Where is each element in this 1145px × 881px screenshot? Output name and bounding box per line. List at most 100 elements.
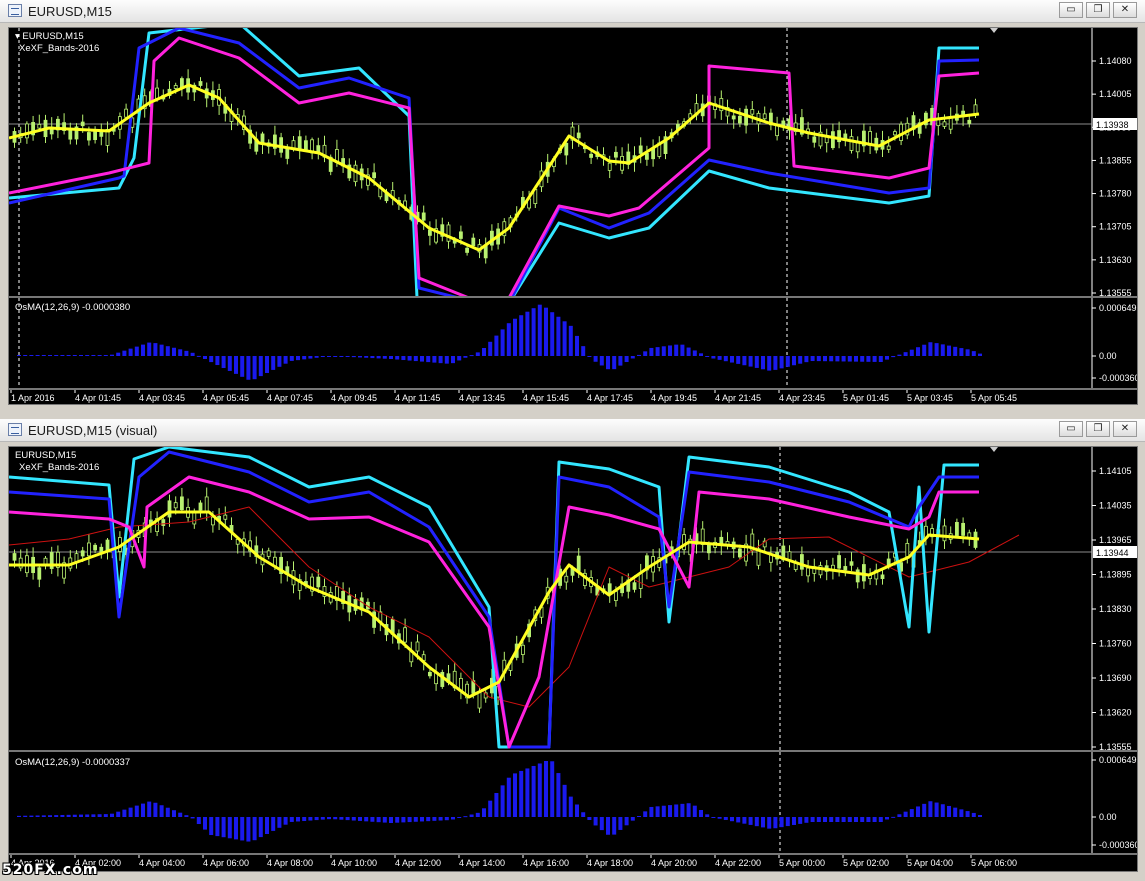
osma-histogram-bar bbox=[426, 817, 431, 822]
time-tick-label: 4 Apr 06:00 bbox=[203, 858, 249, 868]
osma-histogram-bar bbox=[537, 304, 542, 356]
candle-body bbox=[731, 115, 736, 120]
time-tick-label: 4 Apr 08:00 bbox=[267, 858, 313, 868]
osma-histogram-bar bbox=[314, 817, 319, 821]
candle-body bbox=[645, 153, 649, 160]
osma-histogram-bar bbox=[227, 356, 232, 371]
osma-histogram-bar bbox=[748, 817, 753, 825]
candle-body bbox=[855, 569, 860, 583]
osma-histogram-bar bbox=[742, 817, 747, 824]
price-tick-label: 1.13620 bbox=[1099, 708, 1132, 718]
time-tick-label: 5 Apr 04:00 bbox=[907, 858, 953, 868]
osma-histogram-bar bbox=[308, 356, 313, 359]
osma-histogram-bar bbox=[599, 356, 604, 366]
osma-histogram-bar bbox=[23, 815, 28, 817]
osma-histogram-bar bbox=[203, 817, 207, 830]
osma-pane[interactable]: 0.000649 0.00 -0.000360 OsMA(12,26,9) -0.0… bbox=[8, 297, 1138, 389]
osma-histogram-bar bbox=[792, 817, 796, 825]
osma-histogram-bar bbox=[947, 805, 951, 817]
symbol-text: EURUSD,M15 bbox=[22, 31, 84, 42]
restore-button[interactable]: ❐ bbox=[1086, 2, 1110, 18]
close-button[interactable]: ✕ bbox=[1113, 2, 1137, 18]
candle-body bbox=[87, 132, 91, 141]
price-chart-pane[interactable]: 1.14105 1.14035 1.13965 1.13895 1.13830 1.137… bbox=[8, 446, 1138, 751]
osma-histogram-bar bbox=[153, 802, 158, 817]
osma-histogram-bar bbox=[60, 814, 65, 817]
price-tick-label: 1.13555 bbox=[1099, 288, 1132, 297]
price-tick-label: 1.13555 bbox=[1099, 742, 1132, 751]
time-tick-label: 5 Apr 06:00 bbox=[971, 858, 1017, 868]
osma-histogram-bar bbox=[110, 813, 114, 817]
time-tick-label: 4 Apr 13:45 bbox=[459, 393, 505, 403]
osma-tick-label: -0.000360 bbox=[1099, 840, 1138, 850]
candle-body bbox=[12, 553, 17, 561]
osma-histogram-bar bbox=[891, 356, 896, 358]
osma-histogram-bar bbox=[513, 318, 517, 356]
time-tick-label: 4 Apr 05:45 bbox=[203, 393, 249, 403]
osma-histogram-bar bbox=[885, 817, 889, 820]
osma-histogram-bar bbox=[382, 817, 387, 823]
candle-body bbox=[99, 131, 104, 137]
osma-histogram-bar bbox=[221, 817, 226, 838]
osma-histogram-bar bbox=[699, 353, 703, 356]
time-tick-label: 4 Apr 11:45 bbox=[395, 393, 440, 403]
osma-histogram-bar bbox=[463, 356, 468, 358]
restore-button[interactable]: ❐ bbox=[1086, 421, 1110, 437]
watermark-logo: 520FX.com bbox=[2, 862, 99, 878]
osma-histogram-bar bbox=[885, 356, 889, 360]
osma-histogram-bar bbox=[730, 817, 734, 822]
osma-histogram-bar bbox=[333, 356, 338, 357]
osma-histogram-bar bbox=[506, 777, 511, 817]
osma-histogram-bar bbox=[699, 810, 703, 817]
osma-histogram-bar bbox=[320, 817, 325, 820]
chart-window-icon bbox=[8, 423, 22, 436]
osma-histogram-bar bbox=[48, 815, 52, 817]
candle-body bbox=[800, 554, 804, 570]
osma-histogram-bar bbox=[692, 805, 697, 817]
osma-histogram-bar bbox=[116, 352, 121, 356]
osma-histogram-bar bbox=[544, 761, 548, 817]
osma-histogram-bar bbox=[655, 347, 660, 356]
osma-histogram-bar bbox=[872, 817, 877, 822]
osma-histogram-bar bbox=[339, 356, 344, 357]
osma-histogram-bar bbox=[370, 817, 375, 822]
osma-histogram-bar bbox=[97, 814, 102, 817]
osma-pane[interactable]: 0.000649 0.00 -0.000360 OsMA(12,26,9) -0.0… bbox=[8, 751, 1138, 854]
candle-body bbox=[738, 548, 742, 558]
osma-histogram-bar bbox=[420, 356, 424, 362]
osma-histogram-bar bbox=[451, 817, 455, 820]
osma-histogram-bar bbox=[717, 356, 722, 360]
osma-histogram-bar bbox=[23, 355, 28, 356]
osma-histogram-bar bbox=[959, 809, 964, 817]
osma-histogram-bar bbox=[17, 815, 21, 817]
candle-body bbox=[589, 153, 593, 158]
osma-histogram-bar bbox=[823, 817, 827, 822]
osma-histogram-bar bbox=[736, 817, 741, 823]
osma-histogram-bar bbox=[469, 355, 474, 357]
time-tick-label: 4 Apr 10:00 bbox=[331, 858, 377, 868]
osma-histogram-bar bbox=[593, 356, 598, 362]
window-titlebar[interactable]: EURUSD,M15 (visual) ▭ ❐ ✕ bbox=[0, 419, 1145, 442]
price-chart-pane[interactable]: 1.140801.140051.139301.138551.137801.137… bbox=[8, 27, 1138, 297]
window-titlebar[interactable]: EURUSD,M15 ▭ ❐ ✕ bbox=[0, 0, 1145, 23]
osma-histogram-bar bbox=[903, 811, 908, 817]
osma-histogram-bar bbox=[296, 817, 300, 822]
osma-histogram-bar bbox=[339, 817, 344, 820]
candle-body bbox=[372, 172, 377, 179]
osma-histogram-bar bbox=[66, 355, 71, 356]
osma-histogram-bar bbox=[792, 356, 796, 366]
osma-histogram-bar bbox=[686, 803, 691, 817]
candle-body bbox=[458, 231, 463, 239]
osma-histogram-bar bbox=[240, 817, 245, 841]
osma-histogram-bar bbox=[147, 801, 152, 817]
candle-body bbox=[843, 566, 848, 571]
candle-body bbox=[812, 136, 817, 143]
osma-histogram-bar bbox=[581, 346, 586, 356]
osma-histogram-bar bbox=[351, 817, 356, 821]
minimize-button[interactable]: ▭ bbox=[1059, 421, 1083, 437]
close-button[interactable]: ✕ bbox=[1113, 421, 1137, 437]
osma-histogram-bar bbox=[413, 817, 418, 822]
minimize-button[interactable]: ▭ bbox=[1059, 2, 1083, 18]
osma-histogram-bar bbox=[978, 815, 982, 817]
candle-body bbox=[564, 575, 569, 583]
